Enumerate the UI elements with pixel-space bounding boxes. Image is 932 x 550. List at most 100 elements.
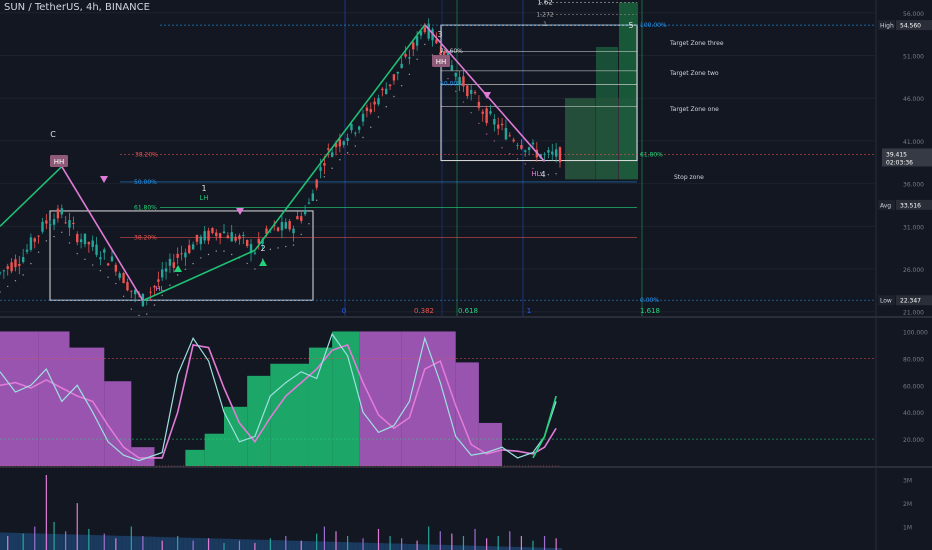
candle-body [176,253,179,258]
stop-zone-label: Stop zone [674,174,704,181]
candle-body [0,272,2,274]
osc-histogram-bar [185,449,205,466]
candle-body [489,111,492,114]
ma-dot [331,167,333,169]
candle-body [527,147,531,151]
fib-level-label: 50.00% [134,179,157,186]
ma-dot [138,314,140,317]
target-zone-label: Target Zone two [669,70,719,77]
chart-canvas[interactable]: 56.000 51.000 46.000 41.000 36.000 31.000 26.0… [0,0,932,550]
ma-dot [246,262,248,265]
candle-body [91,240,94,247]
ma-dot [45,240,48,242]
candle-body [284,222,287,229]
candle-body [195,234,199,242]
current-price-value: 39.415 [886,151,907,158]
osc-histogram-bar [478,422,503,466]
wave-label: 3 [437,30,442,39]
ma-dot [99,270,102,272]
buy-signal-icon [174,265,182,272]
candle-body [103,249,106,253]
price-tick-label: 36.000 [903,182,924,189]
candle-body [404,54,407,57]
fib-time-label: 0.618 [458,307,478,315]
vol-tick-label: 1M [903,525,912,532]
candle-body [508,135,511,137]
ma-dot [146,313,148,315]
fib-level-label: 38.20% [135,152,158,159]
candle-body [323,163,326,166]
candle-body [307,202,311,204]
osc-tick-label: 20.000 [903,437,924,444]
candle-body [64,222,67,224]
candle-body [477,101,481,108]
osc-tick-label: 80.000 [903,356,924,363]
low-value: 22.347 [900,298,921,305]
candle-body [164,268,168,272]
ma-dot [215,250,217,252]
candles [0,18,562,307]
wave-label: 2 [260,244,265,253]
ma-dot [447,77,449,80]
candle-body [234,236,237,241]
candle-body [388,84,392,87]
candle-body [385,88,388,95]
candle-body [10,262,13,272]
buy-signal-icon [259,259,267,266]
candle-body [543,153,546,155]
candle-body [218,233,222,238]
candle-body [551,151,554,155]
candle-body [2,270,6,272]
ma-dot [7,285,9,288]
ma-dot [470,112,472,114]
ma-dot [223,250,225,252]
ma-dot [524,163,526,165]
sell-signal-icon [236,208,244,215]
ma-dot [462,101,465,103]
candle-body [215,232,218,237]
candle-body [72,222,75,224]
candle-body [423,27,427,32]
ma-dot [61,231,63,234]
osc-histogram-bar [332,331,360,466]
candle-body [497,124,500,129]
ma-dot [485,133,488,135]
candle-body [37,235,40,237]
candle-body [554,149,558,157]
ma-dot [547,173,550,176]
ma-dot [385,106,387,108]
pivot-label: HH [54,158,65,166]
candle-body [149,291,152,293]
fib-time-label: 1 [527,307,531,315]
candle-body [354,132,357,134]
candle-body [300,216,303,221]
candle-body [315,179,318,188]
candle-body [520,145,523,149]
ma-dot [424,43,426,46]
candle-body [238,235,241,240]
fib-time-label: 0.382 [414,307,434,315]
ma-dot [346,152,349,154]
ma-dot [153,304,156,306]
current-price-countdown: 02:03:36 [886,159,913,166]
candle-body [381,88,384,91]
candle-body [180,253,183,255]
ma-dot [53,235,55,238]
target-zone-label: Target Zone three [669,40,724,47]
vol-tick-label: 3M [903,478,912,485]
fib-time-label: 0 [342,307,346,315]
ma-dot [308,223,310,225]
candle-body [377,98,380,105]
ma-dot [14,279,17,282]
ma-dot [377,116,380,118]
fib-level-label: 61.80% [640,151,663,158]
wave-label: C [50,130,56,139]
candle-body [106,263,110,266]
candle-body [469,89,473,94]
candle-body [392,74,396,81]
ma-dot [68,242,71,244]
candle-body [83,233,87,245]
ma-dot [76,252,78,255]
ma-dot [176,274,179,276]
candle-body [33,238,36,242]
